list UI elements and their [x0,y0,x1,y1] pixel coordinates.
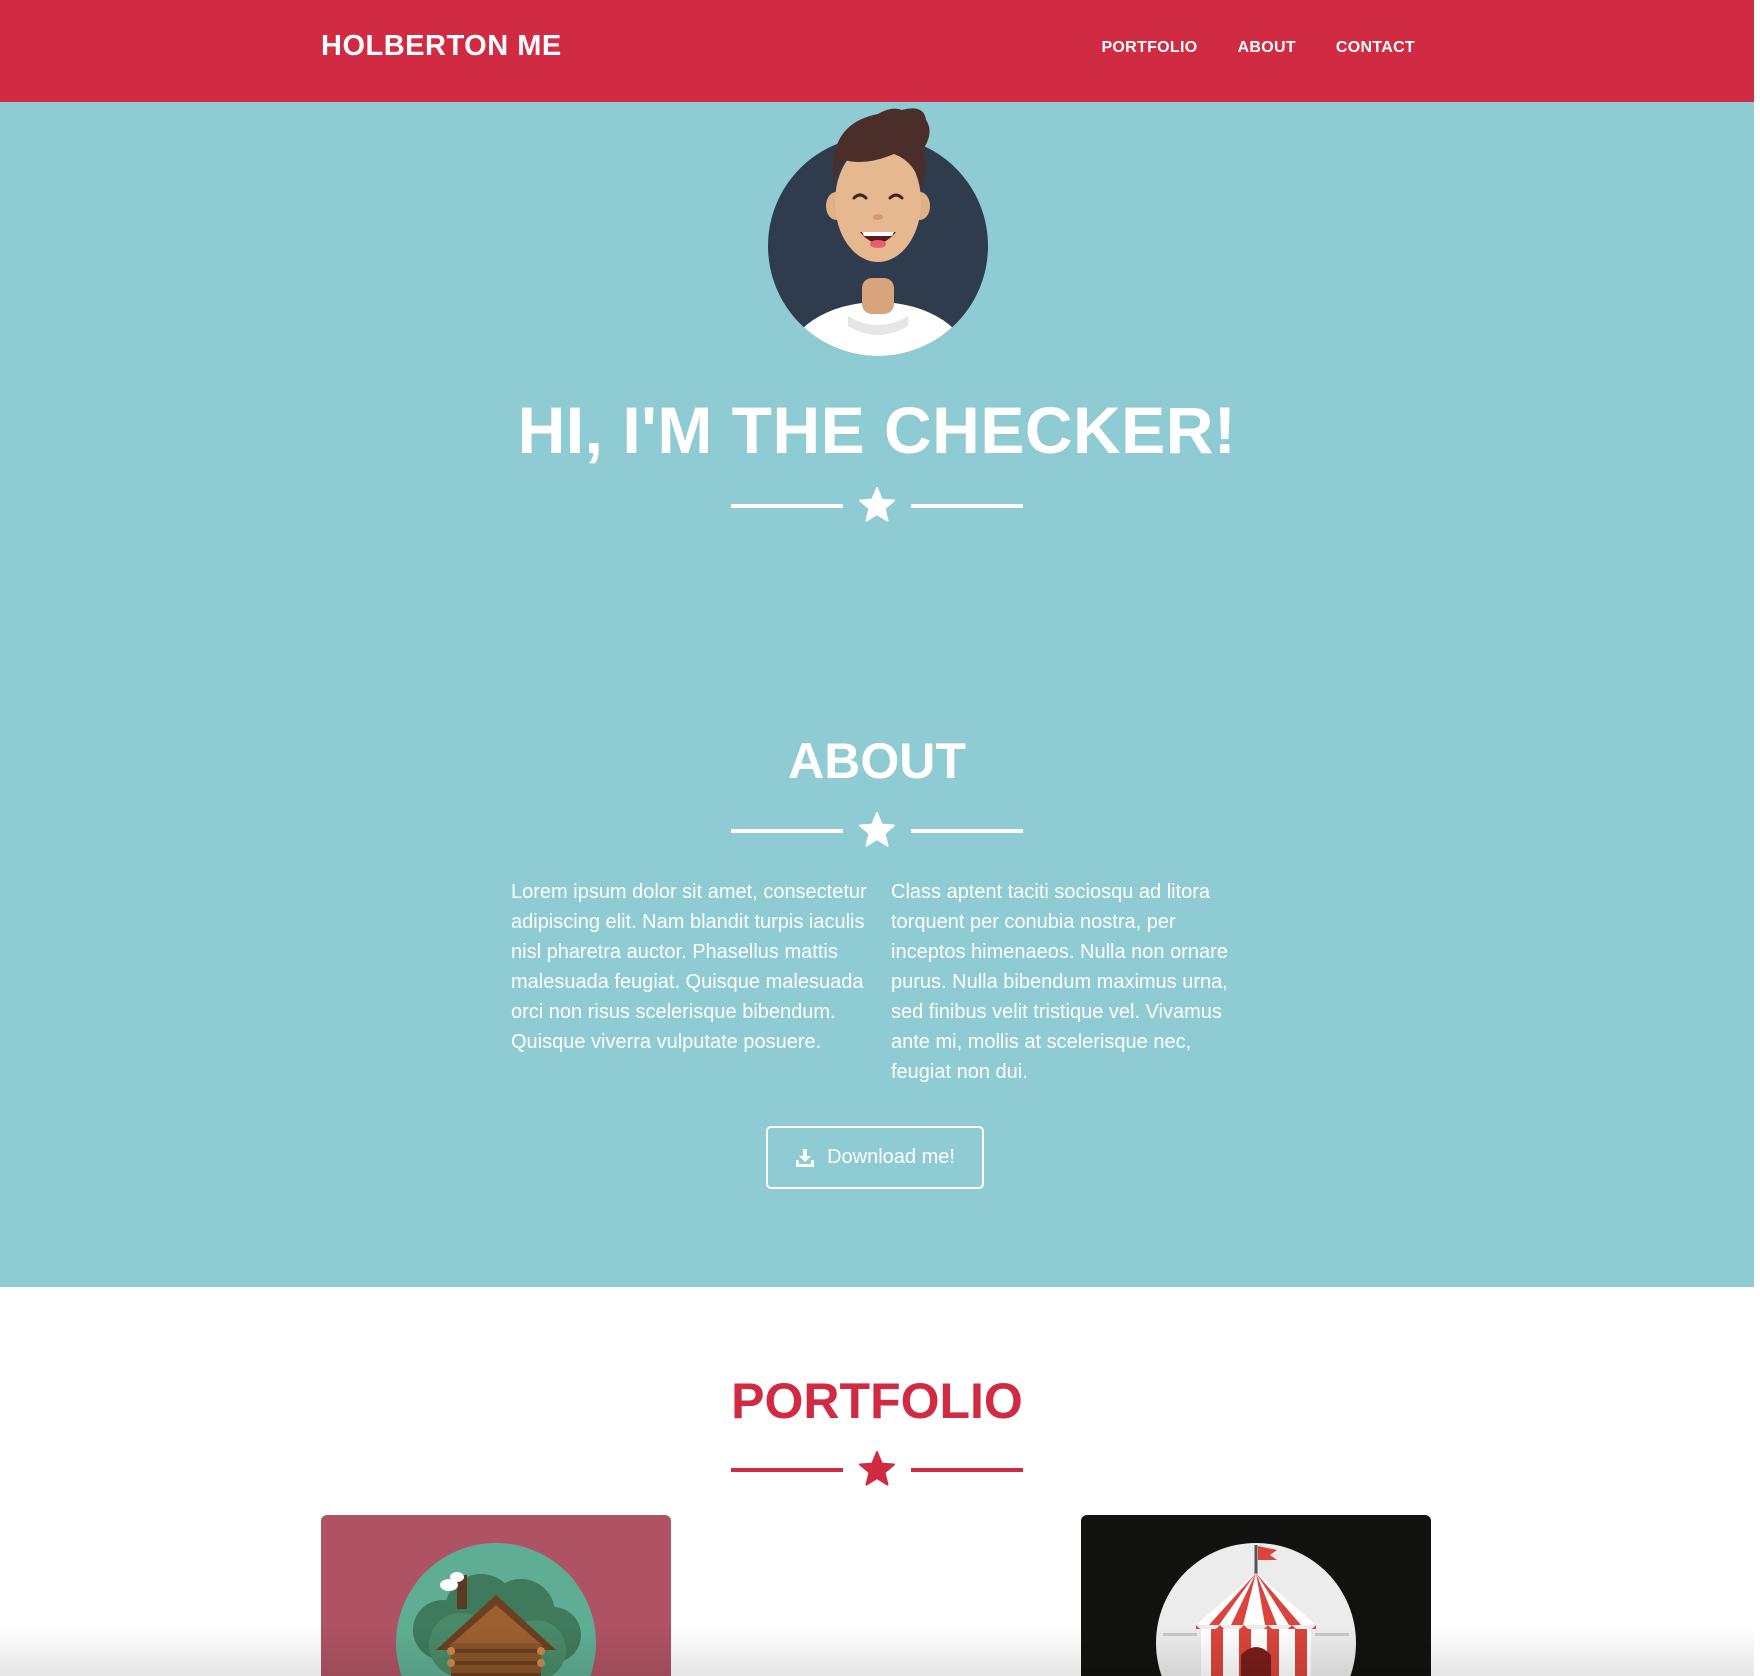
download-button[interactable]: Download me! [766,1126,984,1189]
nav-link-about[interactable]: ABOUT [1237,39,1295,57]
divider-line [911,504,1023,508]
navbar: HOLBERTON ME PORTFOLIO ABOUT CONTACT [0,0,1754,102]
divider-line [911,1468,1023,1472]
star-icon [859,812,895,847]
nav-link-contact[interactable]: CONTACT [1336,39,1415,57]
nav-links: PORTFOLIO ABOUT CONTACT [1101,39,1415,57]
nav-link-portfolio[interactable]: PORTFOLIO [1101,39,1197,57]
about-title: ABOUT [788,733,966,789]
window-bottom-shade [0,1626,1754,1676]
hero-divider [731,485,1023,525]
star-icon [859,487,895,522]
portfolio-item-cabin[interactable] [321,1515,671,1676]
divider-line [731,829,843,833]
log-cabin-icon [396,1543,596,1676]
avatar [766,102,991,358]
download-icon [796,1148,815,1167]
about-paragraph-left: Lorem ipsum dolor sit amet, consectetur … [511,881,867,1053]
about-paragraph-right: Class aptent taciti sociosqu ad litora t… [891,881,1228,1083]
brand-link[interactable]: HOLBERTON ME [321,30,562,63]
about-divider [731,810,1023,850]
hero-about-section: HI, I'M THE CHECKER! ABOUT Lorem ipsum d… [0,102,1754,1287]
divider-line [911,829,1023,833]
hero-title: HI, I'M THE CHECKER! [517,393,1237,467]
portfolio-item-circus[interactable] [1081,1515,1431,1676]
star-icon [859,1451,895,1486]
circus-tent-icon [1156,1543,1356,1676]
window-edge [1754,0,1760,1676]
divider-line [731,504,843,508]
portfolio-title: PORTFOLIO [731,1373,1023,1429]
smiling-person-avatar-icon [768,108,988,356]
download-button-label: Download me! [827,1146,955,1168]
divider-line [731,1468,843,1472]
page: HOLBERTON ME PORTFOLIO ABOUT CONTACT HI,… [0,0,1754,1676]
portfolio-divider [731,1449,1023,1489]
